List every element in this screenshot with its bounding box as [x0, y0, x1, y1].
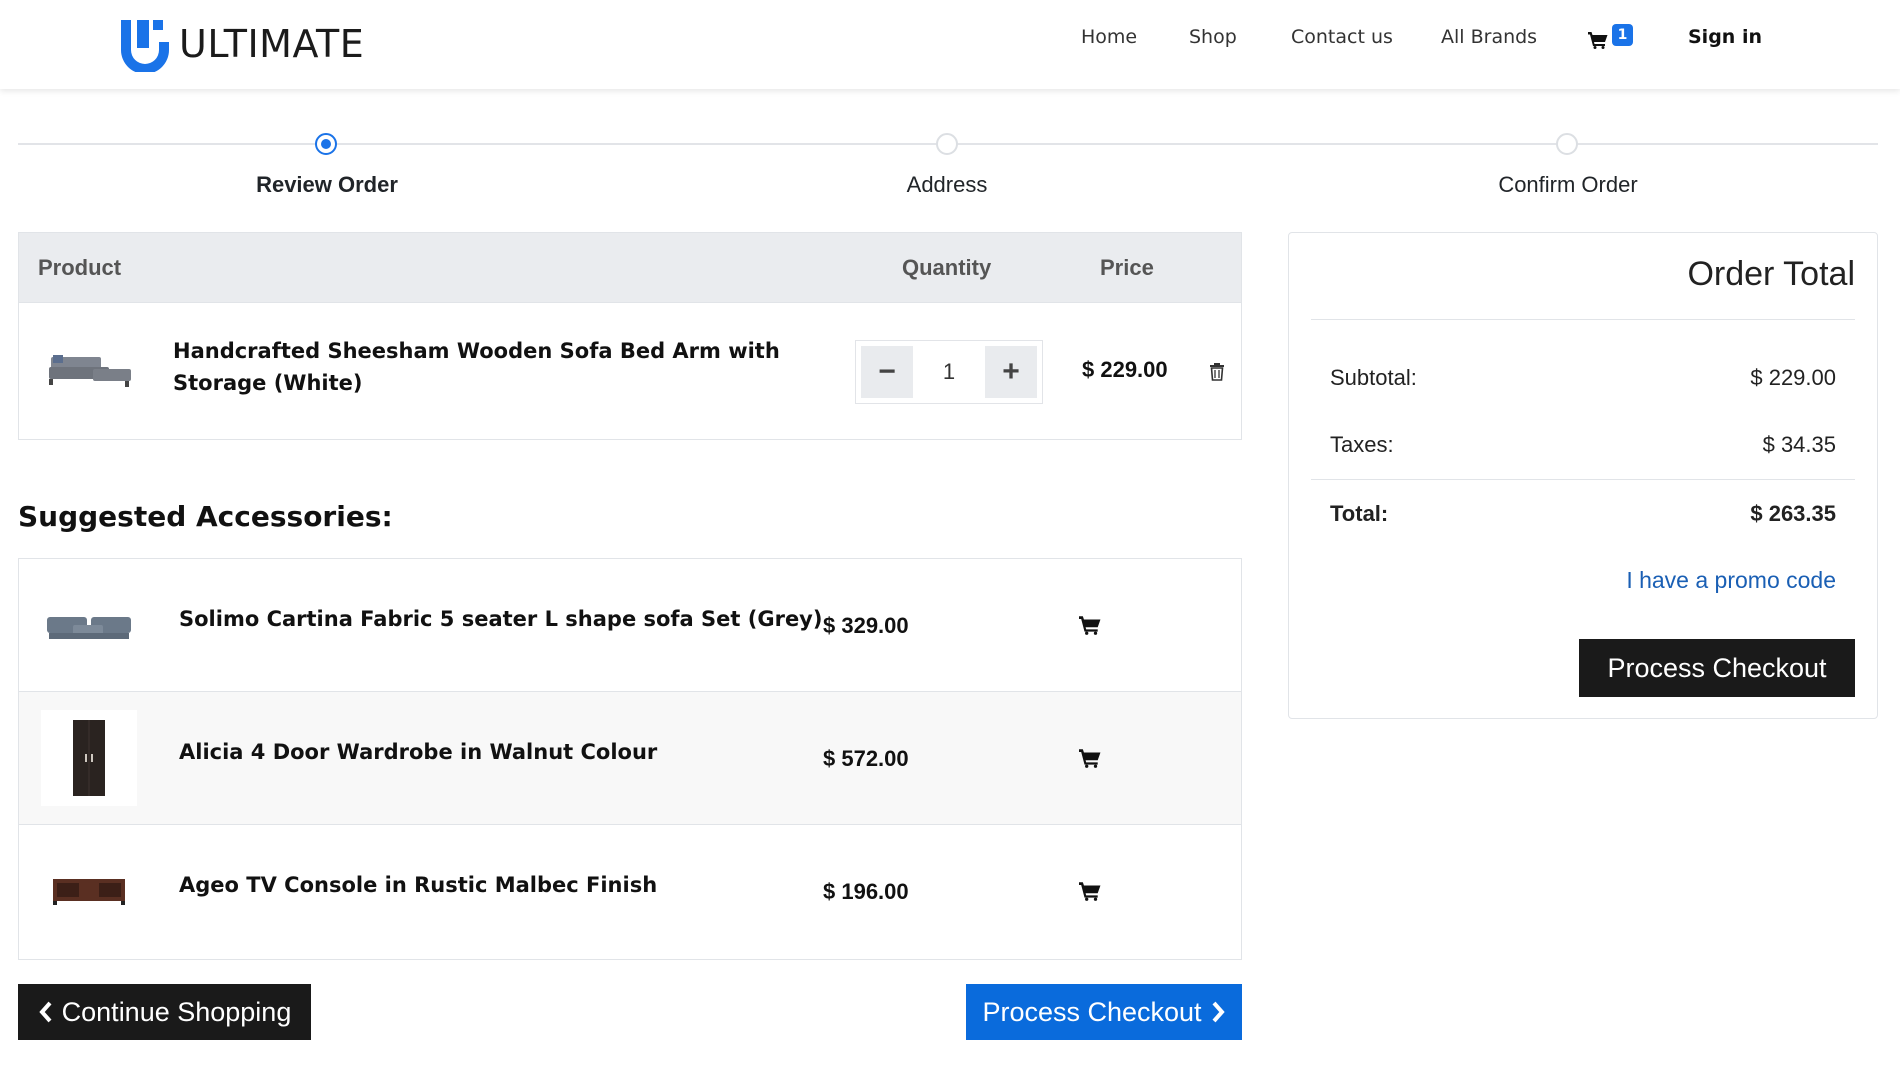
nav-home-link[interactable]: Home	[1081, 26, 1137, 56]
brand-name: ULTIMATE	[179, 22, 365, 66]
add-to-cart-icon[interactable]	[1079, 881, 1101, 901]
divider	[1311, 319, 1855, 320]
chevron-left-icon	[38, 1001, 52, 1023]
product-thumbnail[interactable]	[41, 710, 137, 806]
list-item: Ageo TV Console in Rustic Malbec Finish …	[19, 825, 1241, 958]
total-label: Total:	[1330, 501, 1389, 526]
tv-console-image	[53, 879, 125, 905]
step-label-review: Review Order	[256, 172, 398, 197]
brand-logo[interactable]: ULTIMATE	[117, 16, 364, 72]
nav-brands-link[interactable]: All Brands	[1441, 26, 1537, 56]
product-thumbnail[interactable]	[41, 843, 137, 939]
suggested-product-price: $ 572.00	[823, 746, 909, 771]
header-price: Price	[1100, 255, 1154, 280]
suggested-accessories-list: Solimo Cartina Fabric 5 seater L shape s…	[18, 558, 1242, 960]
continue-shopping-button[interactable]: Continue Shopping	[18, 984, 311, 1040]
sofa-bed-image	[49, 355, 131, 387]
divider	[1311, 479, 1855, 480]
list-item: Solimo Cartina Fabric 5 seater L shape s…	[19, 559, 1241, 692]
quantity-value[interactable]: 1	[916, 341, 982, 403]
suggested-product-name[interactable]: Ageo TV Console in Rustic Malbec Finish	[179, 873, 657, 897]
product-thumbnail[interactable]	[41, 577, 137, 673]
nav-shop-link[interactable]: Shop	[1189, 26, 1237, 56]
header-product: Product	[38, 255, 122, 280]
add-to-cart-icon[interactable]	[1079, 748, 1101, 768]
trash-icon[interactable]	[1209, 363, 1225, 381]
continue-shopping-label: Continue Shopping	[61, 996, 292, 1027]
process-checkout-button[interactable]: Process Checkout	[966, 984, 1242, 1040]
order-total-card: Order Total Subtotal: $ 229.00 Taxes: $ …	[1288, 232, 1878, 719]
l-shape-sofa-image	[47, 617, 131, 639]
cart-item-row: Handcrafted Sheesham Wooden Sofa Bed Arm…	[19, 303, 1241, 439]
brand-logo-icon	[121, 20, 169, 72]
taxes-label: Taxes:	[1330, 432, 1394, 457]
nav-contact-link[interactable]: Contact us	[1291, 26, 1393, 56]
step-label-confirm: Confirm Order	[1498, 172, 1638, 197]
chevron-right-icon	[1212, 1001, 1225, 1023]
order-process-checkout-button[interactable]: Process Checkout	[1579, 639, 1855, 697]
total-value: $ 263.35	[1750, 501, 1836, 526]
step-dot-confirm	[1556, 133, 1578, 155]
cart-product-name[interactable]: Handcrafted Sheesham Wooden Sofa Bed Arm…	[173, 335, 853, 399]
top-navbar: ULTIMATE Home Shop Contact us All Brands…	[0, 0, 1900, 89]
promo-code-link[interactable]: I have a promo code	[1626, 567, 1836, 594]
step-dot-review	[315, 133, 337, 155]
cart-table: Product Quantity Price Handcrafted Shees…	[18, 232, 1242, 440]
subtotal-value: $ 229.00	[1750, 365, 1836, 390]
cart-icon	[1588, 32, 1608, 49]
order-total-title: Order Total	[1687, 255, 1855, 293]
step-label-address: Address	[906, 172, 988, 197]
step-dot-address	[936, 133, 958, 155]
add-to-cart-icon[interactable]	[1079, 615, 1101, 635]
taxes-value: $ 34.35	[1762, 432, 1836, 457]
subtotal-label: Subtotal:	[1330, 365, 1417, 390]
quantity-decrease-button[interactable]: −	[861, 346, 913, 398]
quantity-stepper: − 1 +	[855, 340, 1043, 404]
suggested-product-price: $ 196.00	[823, 879, 909, 904]
suggested-product-price: $ 329.00	[823, 613, 909, 638]
cart-item-price: $ 229.00	[1082, 357, 1168, 382]
wardrobe-image	[73, 720, 105, 796]
quantity-increase-button[interactable]: +	[985, 346, 1037, 398]
list-item: Alicia 4 Door Wardrobe in Walnut Colour …	[19, 692, 1241, 825]
nav-signin-link[interactable]: Sign in	[1688, 26, 1762, 56]
process-checkout-label: Process Checkout	[982, 996, 1202, 1027]
cart-count-badge: 1	[1612, 24, 1633, 46]
suggested-accessories-title: Suggested Accessories:	[18, 500, 393, 533]
cart-table-header: Product Quantity Price	[19, 233, 1241, 303]
suggested-product-name[interactable]: Alicia 4 Door Wardrobe in Walnut Colour	[179, 740, 657, 764]
nav-cart-link[interactable]: 1	[1588, 24, 1638, 58]
header-quantity: Quantity	[902, 255, 992, 280]
suggested-product-name[interactable]: Solimo Cartina Fabric 5 seater L shape s…	[179, 607, 822, 631]
